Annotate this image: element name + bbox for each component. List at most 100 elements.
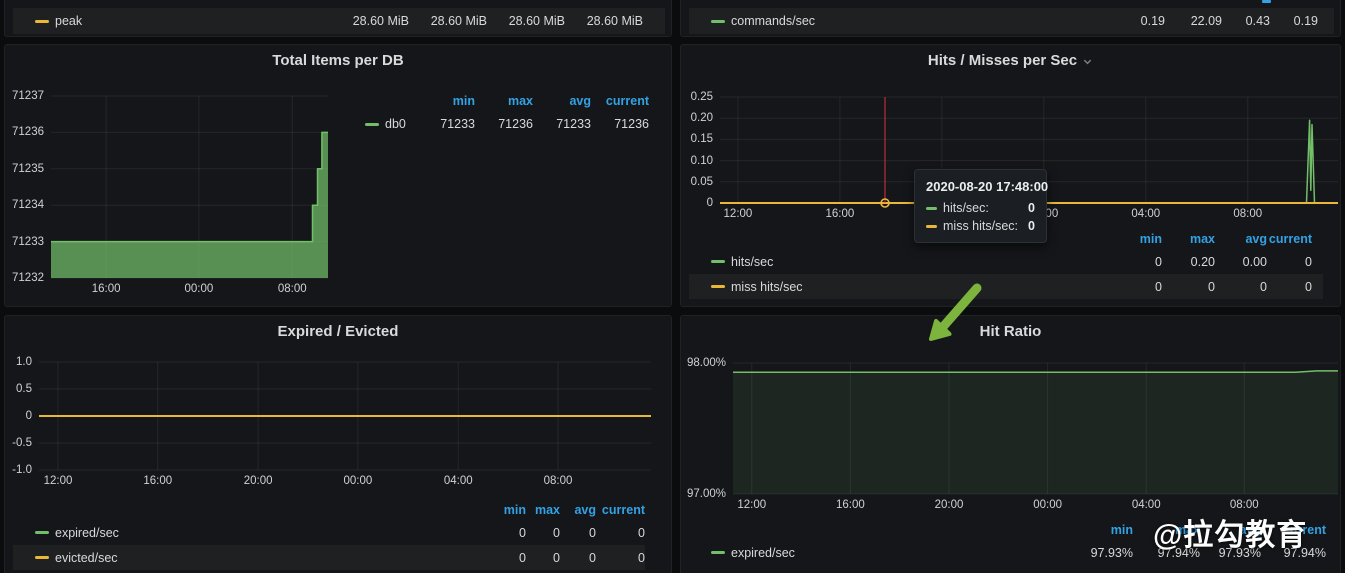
y-axis-tick-label: 0.20	[691, 111, 713, 125]
x-axis-tick-label: 00:00	[1033, 499, 1062, 511]
legend-value: 0.43	[1222, 14, 1270, 28]
legend-header-max[interactable]: max	[1162, 232, 1215, 246]
legend-header-current[interactable]: current	[1267, 232, 1312, 246]
legend-header-min[interactable]: min	[1073, 523, 1133, 537]
panel-title[interactable]: Total Items per DB	[5, 52, 671, 69]
legend-header-avg[interactable]: avg	[560, 503, 596, 517]
y-axis-tick-label: 71232	[12, 271, 44, 285]
legend-value: 0	[1267, 280, 1312, 294]
legend-series-toggle-miss-hits[interactable]: miss hits/sec	[689, 280, 1112, 294]
y-axis-tick-label: 0	[26, 409, 32, 423]
legend-value: 0.19	[1115, 14, 1165, 28]
x-axis-tick-label: 08:00	[544, 475, 573, 487]
series-color-dash-icon	[711, 551, 725, 554]
legend-value: 0	[486, 526, 526, 540]
panel-total-items-per-db: Total Items per DB 712377123671235712347…	[4, 44, 672, 307]
y-axis-tick-label: -1.0	[12, 463, 32, 477]
y-axis-tick-label: -0.5	[12, 436, 32, 450]
series-color-dash-icon	[35, 556, 49, 559]
legend-series-toggle-db0[interactable]: db0	[337, 117, 417, 131]
series-color-dash-icon	[35, 20, 49, 23]
legend-value: 28.60 MiB	[409, 14, 487, 28]
x-axis-tick-label: 00:00	[185, 283, 214, 295]
legend-header-min[interactable]: min	[417, 94, 475, 108]
expired-evicted-legend: min max avg current expired/sec 0 0 0 0 …	[13, 500, 645, 570]
chevron-down-icon	[1082, 56, 1093, 67]
legend-value: 0.20	[1162, 255, 1215, 269]
legend-header-current[interactable]: current	[591, 94, 649, 108]
legend-value: 97.93%	[1073, 546, 1133, 560]
legend-value: 71236	[475, 117, 533, 131]
y-axis-tick-label: 71237	[12, 89, 44, 103]
legend-series-label: peak	[55, 14, 82, 28]
legend-value: 0	[596, 551, 645, 565]
legend-value: 71236	[591, 117, 649, 131]
panel-commands-cropped: commands/sec 0.19 22.09 0.43 0.19	[680, 0, 1341, 37]
legend-header-avg[interactable]: avg	[1215, 232, 1267, 246]
legend-series-toggle-expired[interactable]: expired/sec	[13, 526, 486, 540]
watermark: @拉勾教育	[1153, 510, 1307, 554]
legend-series-label: commands/sec	[731, 14, 815, 28]
panel-memory-cropped: peak 28.60 MiB 28.60 MiB 28.60 MiB 28.60…	[4, 0, 672, 37]
x-axis-tick-label: 12:00	[737, 499, 766, 511]
hit-ratio-plot[interactable]: 98.00%97.00%12:0016:0020:0000:0004:0008:…	[733, 363, 1338, 494]
total-items-plot[interactable]: 71237712367123571234712337123216:0000:00…	[51, 96, 328, 278]
legend-series-toggle-commands[interactable]: commands/sec	[689, 14, 1115, 28]
legend-value: 71233	[417, 117, 475, 131]
legend-value: 0.19	[1270, 14, 1318, 28]
x-axis-tick-label: 12:00	[44, 475, 73, 487]
x-axis-tick-label: 16:00	[143, 475, 172, 487]
legend-value: 28.60 MiB	[487, 14, 565, 28]
x-axis-tick-label: 20:00	[244, 475, 273, 487]
legend-header-min[interactable]: min	[486, 503, 526, 517]
y-axis-tick-label: 98.00%	[687, 356, 726, 370]
x-axis-tick-label: 04:00	[1131, 208, 1160, 220]
panel-title[interactable]: Hits / Misses per Sec	[681, 52, 1340, 69]
legend-header-avg[interactable]: avg	[533, 94, 591, 108]
panel-title[interactable]: Expired / Evicted	[5, 323, 671, 340]
legend-series-toggle-hits[interactable]: hits/sec	[689, 255, 1112, 269]
panel-title[interactable]: Hit Ratio	[681, 323, 1340, 340]
panel-hits-misses: Hits / Misses per Sec 0.250.200.150.100.…	[680, 44, 1341, 307]
legend-series-toggle-peak[interactable]: peak	[13, 14, 331, 28]
x-axis-tick-label: 16:00	[92, 283, 121, 295]
legend-row-commands: commands/sec 0.19 22.09 0.43 0.19	[689, 8, 1334, 34]
legend-header-max[interactable]: max	[475, 94, 533, 108]
series-color-dash-icon	[711, 285, 725, 288]
legend-value: 71233	[533, 117, 591, 131]
legend-header-current[interactable]: current	[596, 503, 645, 517]
legend-series-toggle-evicted[interactable]: evicted/sec	[13, 551, 486, 565]
legend-row-evicted: evicted/sec 0 0 0 0	[13, 545, 645, 570]
legend-value: 0	[596, 526, 645, 540]
legend-series-toggle-expired[interactable]: expired/sec	[689, 546, 1073, 560]
series-color-dash-icon	[926, 225, 937, 228]
legend-value: 0	[560, 526, 596, 540]
x-axis-tick-label: 08:00	[1233, 208, 1262, 220]
x-axis-tick-label: 00:00	[343, 475, 372, 487]
tooltip-timestamp: 2020-08-20 17:48:00	[926, 179, 1035, 194]
panel-expired-evicted: Expired / Evicted 1.00.50-0.5-1.012:0016…	[4, 315, 672, 573]
x-axis-tick-label: 20:00	[935, 499, 964, 511]
series-color-dash-icon	[365, 123, 379, 126]
expired-evicted-plot[interactable]: 1.00.50-0.5-1.012:0016:0020:0000:0004:00…	[39, 362, 651, 470]
y-axis-tick-label: 71236	[12, 125, 44, 139]
legend-value: 0	[1112, 255, 1162, 269]
legend-value: 0	[486, 551, 526, 565]
tooltip-row: hits/sec: 0	[926, 201, 1035, 215]
x-axis-tick-label: 16:00	[826, 208, 855, 220]
legend-value: 0.00	[1215, 255, 1267, 269]
legend-header-max[interactable]: max	[526, 503, 560, 517]
y-axis-tick-label: 0.25	[691, 90, 713, 104]
legend-row-miss-hits: miss hits/sec 0 0 0 0	[689, 274, 1323, 299]
tooltip-row: miss hits/sec: 0	[926, 219, 1035, 233]
chart-tooltip: 2020-08-20 17:48:00 hits/sec: 0 miss hit…	[914, 169, 1047, 243]
x-axis-tick-label: 12:00	[724, 208, 753, 220]
legend-value: 0	[526, 526, 560, 540]
legend-header-row: min max avg current	[13, 500, 645, 520]
legend-header-min[interactable]: min	[1112, 232, 1162, 246]
series-color-dash-icon	[711, 260, 725, 263]
series-color-dash-icon	[35, 531, 49, 534]
y-axis-tick-label: 97.00%	[687, 487, 726, 501]
x-axis-tick-label: 08:00	[278, 283, 307, 295]
legend-header-row: min max avg current	[337, 91, 649, 111]
